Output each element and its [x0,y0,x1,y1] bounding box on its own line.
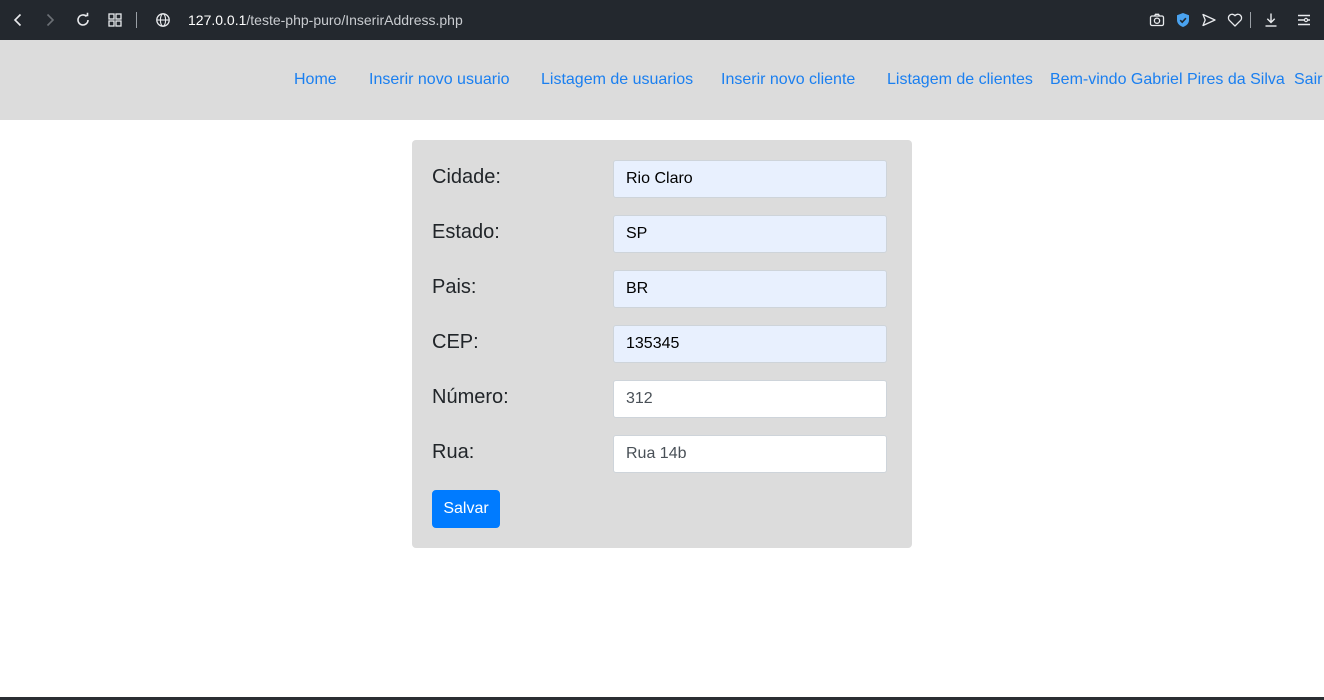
nav-link-insert-client[interactable]: Inserir novo cliente [721,70,855,90]
city-input[interactable] [613,160,887,198]
nav-link-insert-user[interactable]: Inserir novo usuario [369,70,510,90]
address-form: Cidade: Estado: Pais: CEP: Número: Rua: … [412,140,912,548]
url-host: 127.0.0.1 [188,12,247,28]
number-input[interactable] [613,380,887,418]
download-icon[interactable] [1261,10,1281,30]
street-label: Rua: [432,441,475,463]
street-input[interactable] [613,435,887,473]
shield-icon[interactable] [1173,10,1193,30]
reload-icon[interactable] [73,10,93,30]
nav-link-logout[interactable]: Sair [1294,70,1322,90]
address-bar[interactable]: 127.0.0.1/teste-php-puro/InserirAddress.… [188,11,463,29]
menu-icon[interactable] [1294,10,1314,30]
site-navbar: Home Inserir novo usuario Listagem de us… [0,40,1324,120]
browser-toolbar: 127.0.0.1/teste-php-puro/InserirAddress.… [0,0,1324,40]
heart-icon[interactable] [1225,10,1245,30]
toolbar-divider-right [1250,12,1251,28]
camera-icon[interactable] [1147,10,1167,30]
back-arrow-icon[interactable] [8,10,28,30]
state-input[interactable] [613,215,887,253]
zipcode-input[interactable] [613,325,887,363]
nav-link-home[interactable]: Home [294,70,337,90]
zipcode-label: CEP: [432,331,479,353]
url-path: /teste-php-puro/InserirAddress.php [246,12,463,28]
tabs-grid-icon[interactable] [105,10,125,30]
state-label: Estado: [432,221,500,243]
forward-arrow-icon[interactable] [40,10,60,30]
save-button[interactable]: Salvar [432,490,500,528]
city-label: Cidade: [432,166,501,188]
number-label: Número: [432,386,509,408]
nav-welcome-user[interactable]: Bem-vindo Gabriel Pires da Silva [1050,70,1285,90]
nav-link-list-users[interactable]: Listagem de usuarios [541,70,693,90]
country-input[interactable] [613,270,887,308]
toolbar-divider [136,12,137,28]
globe-icon[interactable] [153,10,173,30]
send-icon[interactable] [1199,10,1219,30]
nav-link-list-clients[interactable]: Listagem de clientes [887,70,1033,90]
country-label: Pais: [432,276,477,298]
